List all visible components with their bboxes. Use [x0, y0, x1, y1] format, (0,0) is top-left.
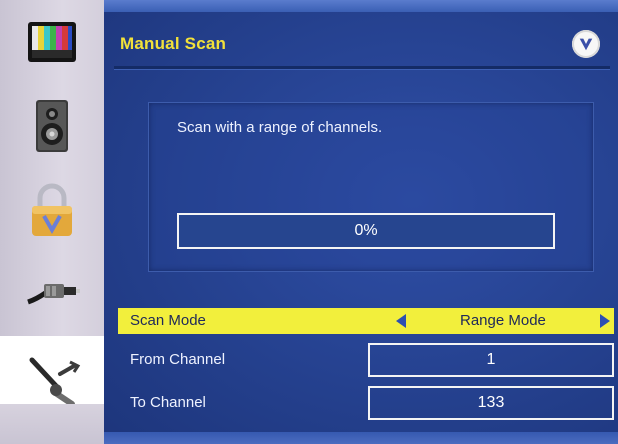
sidebar — [0, 0, 104, 444]
main-panel: Manual Scan Scan with a range of channel… — [104, 0, 618, 444]
from-channel-field[interactable]: 1 — [368, 343, 614, 377]
speaker-icon — [36, 100, 68, 152]
progress-percent: 0% — [354, 222, 378, 239]
vizio-logo-icon — [572, 30, 600, 58]
scan-mode-label: Scan Mode — [130, 312, 206, 329]
to-channel-field[interactable]: 133 — [368, 386, 614, 420]
sidebar-item-audio[interactable] — [0, 84, 104, 168]
arrow-left-icon[interactable] — [396, 314, 406, 328]
sidebar-item-picture[interactable] — [0, 0, 104, 84]
panel-top-border — [104, 0, 618, 12]
sidebar-item-parental[interactable] — [0, 168, 104, 252]
tools-icon — [29, 357, 81, 407]
sidebar-bottom-strip — [0, 404, 104, 444]
scan-mode-row[interactable]: Scan Mode Range Mode — [118, 308, 614, 334]
panel-bottom-border — [104, 432, 618, 444]
header-divider — [114, 66, 610, 69]
scan-mode-value: Range Mode — [460, 312, 546, 329]
scan-info-box: Scan with a range of channels. 0% — [148, 102, 594, 272]
page-title: Manual Scan — [120, 34, 227, 53]
tv-menu-screen: Manual Scan Scan with a range of channel… — [0, 0, 618, 444]
cable-connector-icon — [27, 284, 80, 305]
parental-lock-icon — [32, 183, 72, 236]
from-channel-label: From Channel — [130, 351, 226, 368]
tv-picture-icon — [28, 22, 76, 62]
to-channel-label: To Channel — [130, 394, 206, 411]
scan-progress-bar: 0% — [177, 213, 555, 249]
sidebar-item-input[interactable] — [0, 252, 104, 336]
arrow-right-icon[interactable] — [600, 314, 610, 328]
scan-message: Scan with a range of channels. — [177, 119, 383, 136]
